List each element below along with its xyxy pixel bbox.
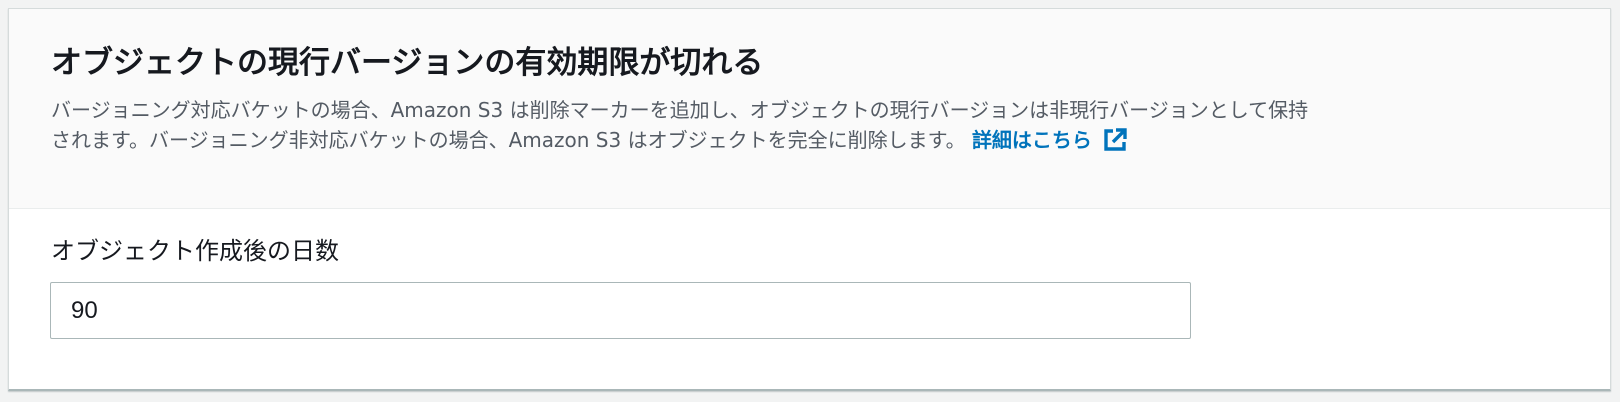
learn-more-link[interactable]: 詳細はこちら — [972, 128, 1128, 152]
panel-title: オブジェクトの現行バージョンの有効期限が切れる — [51, 45, 764, 81]
external-link-icon — [1104, 128, 1127, 151]
days-after-creation-label: オブジェクト作成後の日数 — [51, 237, 339, 265]
description-line-1: バージョニング対応バケットの場合、Amazon S3 は削除マーカーを追加し、オ… — [51, 98, 1309, 122]
panel-description: バージョニング対応バケットの場合、Amazon S3 は削除マーカーを追加し、オ… — [51, 95, 1531, 155]
description-line-2: されます。バージョニング非対応バケットの場合、Amazon S3 はオブジェクト… — [51, 128, 966, 152]
learn-more-label: 詳細はこちら — [971, 128, 1092, 152]
days-after-creation-input[interactable] — [50, 282, 1191, 339]
expiration-panel: オブジェクトの現行バージョンの有効期限が切れる バージョニング対応バケットの場合… — [8, 8, 1611, 391]
panel-header: オブジェクトの現行バージョンの有効期限が切れる バージョニング対応バケットの場合… — [9, 9, 1610, 209]
